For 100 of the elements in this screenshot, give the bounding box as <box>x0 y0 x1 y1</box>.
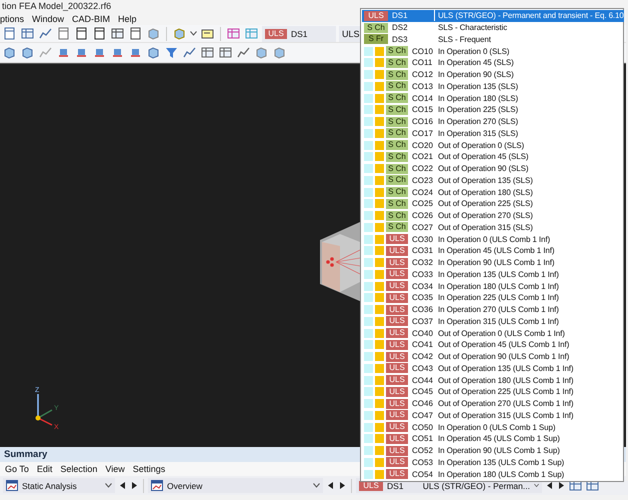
list-item[interactable]: S Ch CO15 In Operation 225 (SLS) <box>362 104 624 116</box>
chevron-down-icon[interactable] <box>190 31 197 36</box>
menu-item[interactable]: Window <box>32 14 64 24</box>
menu-item[interactable]: Help <box>118 14 137 24</box>
type-label: S Ch <box>386 210 408 221</box>
list-item[interactable]: S Ch CO25 Out of Operation 225 (SLS) <box>362 198 624 210</box>
type-label: ULS <box>386 316 408 326</box>
list-item[interactable]: ULS CO47 Out of Operation 315 (ULS Comb 1 Inf) <box>362 410 624 422</box>
menu-item[interactable]: Selection <box>60 464 98 474</box>
list-item[interactable]: S Ch CO24 Out of Operation 180 (SLS) <box>362 186 624 198</box>
square-icon <box>364 470 373 479</box>
list-item[interactable]: ULS CO33 In Operation 135 (ULS Comb 1 Inf) <box>362 268 624 280</box>
square-icon <box>375 282 384 291</box>
list-item[interactable]: ULS CO40 Out of Operation 0 (ULS Comb 1 Inf) <box>362 327 624 339</box>
list-item[interactable]: ULS CO35 In Operation 225 (ULS Comb 1 Inf) <box>362 292 624 304</box>
chevron-down-icon[interactable] <box>313 483 320 488</box>
item-description: In Operation 0 (ULS Comb 1 Sup) <box>437 422 556 433</box>
item-description: ULS (STR/GEO) - Permanent and transient - Eq. 6.10 <box>434 10 624 22</box>
menu-item[interactable]: Edit <box>36 464 52 474</box>
list-item[interactable]: S Ch CO26 Out of Operation 270 (SLS) <box>362 210 624 222</box>
menu-item[interactable]: ptions <box>0 14 24 24</box>
list-item[interactable]: ULS CO44 Out of Operation 180 (ULS Comb 1 Inf) <box>362 374 624 386</box>
square-icon <box>364 246 373 256</box>
square-icon <box>375 211 384 220</box>
item-description: Out of Operation 45 (SLS) <box>437 151 528 162</box>
menu-item[interactable]: Settings <box>132 464 166 474</box>
box-icon[interactable] <box>272 45 287 60</box>
list-item[interactable]: S Ch CO20 Out of Operation 0 (SLS) <box>362 139 624 151</box>
list-item[interactable]: ULS CO51 In Operation 45 (ULS Comb 1 Sup) <box>362 433 624 445</box>
square-icon <box>364 293 373 302</box>
menu-item[interactable]: CAD-BIM <box>72 14 110 24</box>
surface-icon[interactable] <box>172 26 187 41</box>
item-code: CO43 <box>412 364 433 373</box>
type-label: S Ch <box>386 116 408 127</box>
list-item[interactable]: ULS CO32 In Operation 90 (ULS Comb 1 Inf) <box>362 256 624 268</box>
square-icon <box>375 352 384 362</box>
type-label: S Ch <box>386 222 408 232</box>
chevron-down-icon[interactable] <box>105 483 112 488</box>
filter-icon[interactable] <box>164 45 179 60</box>
square-icon <box>375 246 384 256</box>
item-description: Out of Operation 315 (ULS Comb 1 Inf) <box>437 410 574 421</box>
square-icon <box>364 152 373 162</box>
item-code: CO17 <box>412 128 433 138</box>
list-item[interactable]: S Ch CO17 In Operation 315 (SLS) <box>362 128 624 140</box>
table-icon[interactable] <box>20 26 35 41</box>
item-description: In Operation 45 (ULS Comb 1 Inf) <box>437 245 554 256</box>
surface-icon[interactable] <box>254 45 269 60</box>
list-item[interactable]: S Ch CO16 In Operation 270 (SLS) <box>362 116 624 128</box>
cube-icon[interactable] <box>20 45 35 60</box>
list-item[interactable]: ULS DS1 ULS (STR/GEO) - Permanent and transient - Eq. 6.10 <box>362 10 624 22</box>
list-item[interactable]: ULS CO36 In Operation 270 (ULS Comb 1 Inf) <box>362 304 624 316</box>
square-icon <box>375 422 384 432</box>
item-description: In Operation 0 (ULS Comb 1 Inf) <box>437 234 550 245</box>
list-item[interactable]: ULS CO31 In Operation 45 (ULS Comb 1 Inf) <box>362 245 624 257</box>
square-icon <box>364 410 373 420</box>
list-item[interactable]: S Ch CO21 Out of Operation 45 (SLS) <box>362 151 624 163</box>
menu-item[interactable]: Go To <box>5 464 29 474</box>
list-item[interactable]: S Ch CO22 Out of Operation 90 (SLS) <box>362 162 624 174</box>
square-icon <box>375 446 384 456</box>
list-item[interactable]: S Ch CO14 In Operation 180 (SLS) <box>362 92 624 104</box>
list-item[interactable]: ULS CO30 In Operation 0 (ULS Comb 1 Inf) <box>362 233 624 245</box>
list-item[interactable]: ULS CO54 In Operation 180 (ULS Comb 1 Sup) <box>362 468 624 480</box>
graph-icon[interactable] <box>38 26 53 41</box>
situation-combo[interactable]: ULS DS1 <box>262 26 336 42</box>
list-item[interactable]: S Ch DS2 SLS - Characteristic <box>362 22 624 34</box>
list-item[interactable]: ULS CO45 Out of Operation 225 (ULS Comb 1 Inf) <box>362 386 624 398</box>
list-item[interactable]: S Ch CO12 In Operation 90 (SLS) <box>362 68 624 80</box>
square-icon <box>375 410 384 420</box>
item-code: CO52 <box>412 446 433 456</box>
list-item[interactable]: ULS CO43 Out of Operation 135 (ULS Comb 1 Inf) <box>362 362 624 374</box>
square-icon <box>364 352 373 362</box>
list-item[interactable]: ULS CO46 Out of Operation 270 (ULS Comb 1 Inf) <box>362 398 624 410</box>
list-item[interactable]: ULS CO50 In Operation 0 (ULS Comb 1 Sup) <box>362 421 624 433</box>
document-icon[interactable] <box>128 26 143 41</box>
list-item[interactable]: ULS CO42 Out of Operation 90 (ULS Comb 1 Inf) <box>362 350 624 362</box>
list-item[interactable]: S Fr DS3 SLS - Frequent <box>362 34 624 46</box>
square-icon <box>375 222 384 232</box>
list-item[interactable]: S Ch CO13 In Operation 135 (SLS) <box>362 80 624 92</box>
list-item[interactable]: ULS CO41 Out of Operation 45 (ULS Comb 1 Inf) <box>362 339 624 351</box>
item-description: In Operation 135 (ULS Comb 1 Sup) <box>437 456 564 468</box>
window-icon[interactable] <box>2 26 17 41</box>
plane-icon[interactable] <box>146 45 161 60</box>
dropdown-combo[interactable]: Overview <box>148 478 323 493</box>
square-icon <box>364 399 373 408</box>
list-item[interactable]: S Ch CO23 Out of Operation 135 (SLS) <box>362 174 624 186</box>
item-code: CO24 <box>412 188 433 197</box>
list-item[interactable]: ULS CO34 In Operation 180 (ULS Comb 1 Inf) <box>362 280 624 292</box>
item-description: In Operation 90 (ULS Comb 1 Sup) <box>437 445 560 456</box>
item-code: CO44 <box>412 376 433 385</box>
dropdown-combo[interactable]: Static Analysis <box>3 478 115 493</box>
list-item[interactable]: S Ch CO27 Out of Operation 315 (SLS) <box>362 222 624 234</box>
type-label: ULS <box>386 352 408 362</box>
list-item[interactable]: ULS CO53 In Operation 135 (ULS Comb 1 Sup) <box>362 456 624 468</box>
cube-icon[interactable] <box>2 45 17 60</box>
menu-item[interactable]: View <box>105 464 125 474</box>
panel-icon[interactable] <box>56 26 71 41</box>
list-item[interactable]: ULS CO37 In Operation 315 (ULS Comb 1 Inf) <box>362 316 624 328</box>
chevron-down-icon[interactable] <box>534 483 539 488</box>
graph-icon[interactable] <box>182 45 197 60</box>
list-item[interactable]: ULS CO52 In Operation 90 (ULS Comb 1 Sup) <box>362 444 624 456</box>
